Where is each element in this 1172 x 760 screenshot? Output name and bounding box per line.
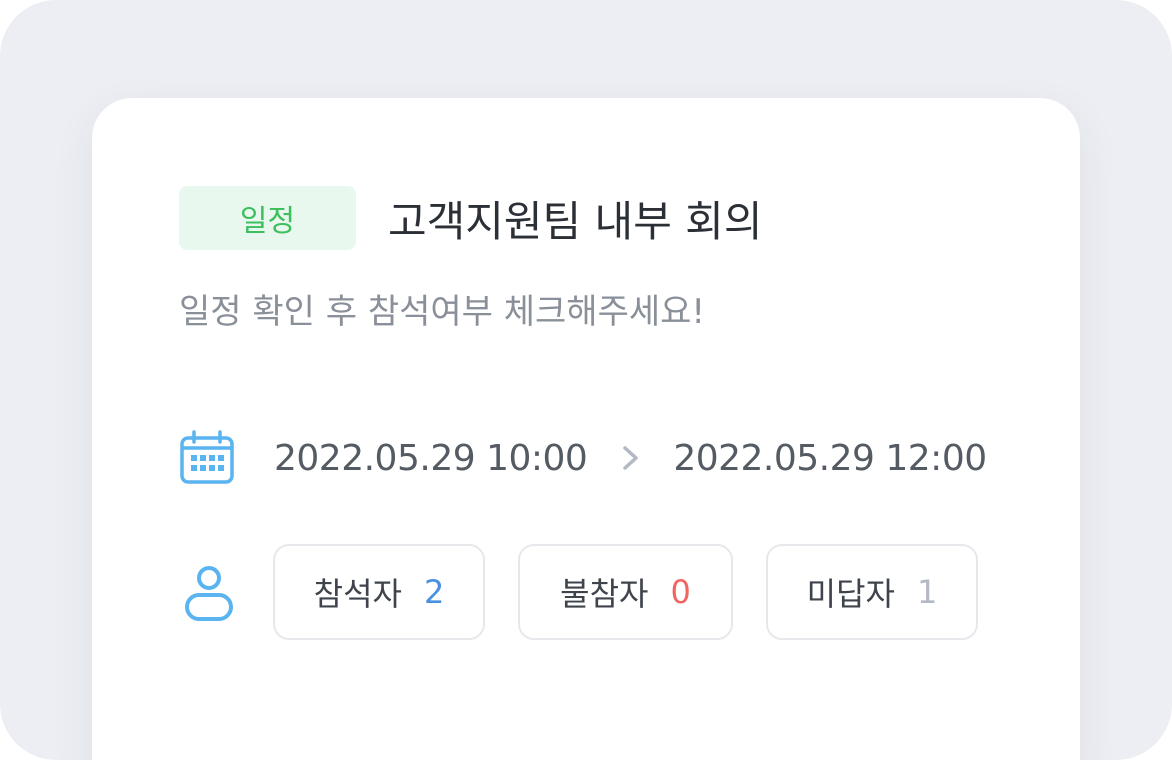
no-response-button[interactable]: 미답자 1 (766, 544, 978, 640)
absentees-button[interactable]: 불참자 0 (518, 544, 733, 640)
attendees-button[interactable]: 참석자 2 (273, 544, 485, 640)
event-title: 고객지원팀 내부 회의 (388, 196, 763, 246)
attendance-row: 참석자 2 불참자 0 미답자 1 (179, 542, 978, 642)
attendees-label: 참석자 (313, 575, 402, 613)
attendance-chips: 참석자 2 불참자 0 미답자 1 (273, 544, 978, 640)
event-card: 일정 고객지원팀 내부 회의 일정 확인 후 참석여부 체크해주세요! 2022… (92, 98, 1080, 760)
end-datetime: 2022.05.29 12:00 (673, 437, 987, 479)
user-icon (185, 566, 233, 621)
category-badge: 일정 (179, 186, 356, 250)
schedule-row: 2022.05.29 10:00 2022.05.29 12:00 (179, 428, 987, 488)
event-description: 일정 확인 후 참석여부 체크해주세요! (179, 292, 706, 332)
no-response-count: 1 (916, 573, 938, 611)
attendees-count: 2 (423, 573, 445, 611)
absentees-label: 불참자 (560, 575, 649, 613)
no-response-label: 미답자 (806, 575, 895, 613)
start-datetime: 2022.05.29 10:00 (274, 437, 588, 479)
absentees-count: 0 (670, 573, 691, 611)
app-frame: 일정 고객지원팀 내부 회의 일정 확인 후 참석여부 체크해주세요! 2022… (0, 0, 1172, 760)
calendar-icon (180, 430, 234, 484)
chevron-right-icon (623, 446, 639, 470)
